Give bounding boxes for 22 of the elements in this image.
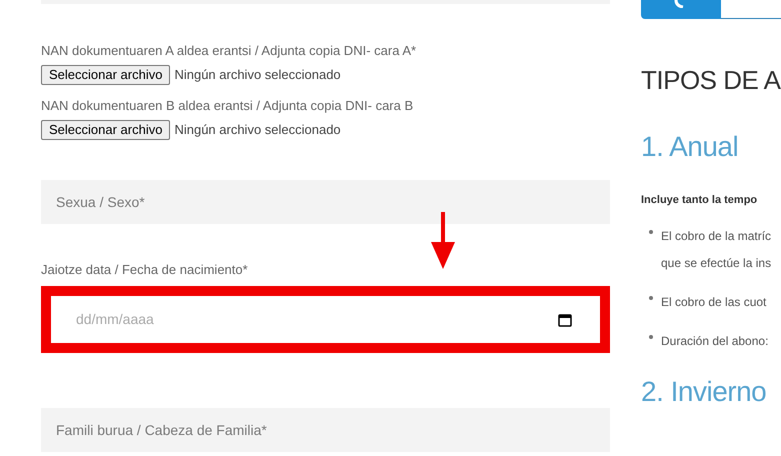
arrow-annotation <box>431 212 455 269</box>
field-label: Jaiotze data / Fecha de nacimiento* <box>41 261 249 279</box>
bullet-text: Duración del abono: <box>661 332 768 350</box>
text-field[interactable]: Sexua / Sexo* <box>41 180 610 224</box>
section-title: 2. Invierno <box>641 374 768 408</box>
text-field[interactable]: Famili burua / Cabeza de Familia* <box>41 408 610 452</box>
bullet-icon <box>649 296 653 300</box>
field-label: NAN dokumentuaren A aldea erantsi / Adjunta copia DNI- cara A* <box>41 42 418 60</box>
section-title: 1. Anual <box>641 130 740 164</box>
file-status: Ningún archivo seleccionado <box>174 66 341 84</box>
bullet-text: El cobro de la matríc que se efectúe la ins <box>661 228 772 272</box>
bullet-icon <box>649 230 653 234</box>
bullet-icon <box>649 334 653 338</box>
intro-text: Incluye tanto la tempo <box>641 193 758 208</box>
phone-button[interactable] <box>641 0 721 19</box>
page-heading: TIPOS DE A <box>641 64 781 96</box>
calendar-icon[interactable] <box>558 312 572 326</box>
choose-file-button[interactable]: Seleccionar archivo <box>41 120 170 140</box>
bullet-text: El cobro de las cuot <box>661 294 766 310</box>
choose-file-button[interactable]: Seleccionar archivo <box>41 64 170 84</box>
file-status: Ningún archivo seleccionado <box>174 120 341 139</box>
field-label: NAN dokumentuaren B aldea erantsi / Adjunta copia DNI- cara B <box>41 97 414 115</box>
